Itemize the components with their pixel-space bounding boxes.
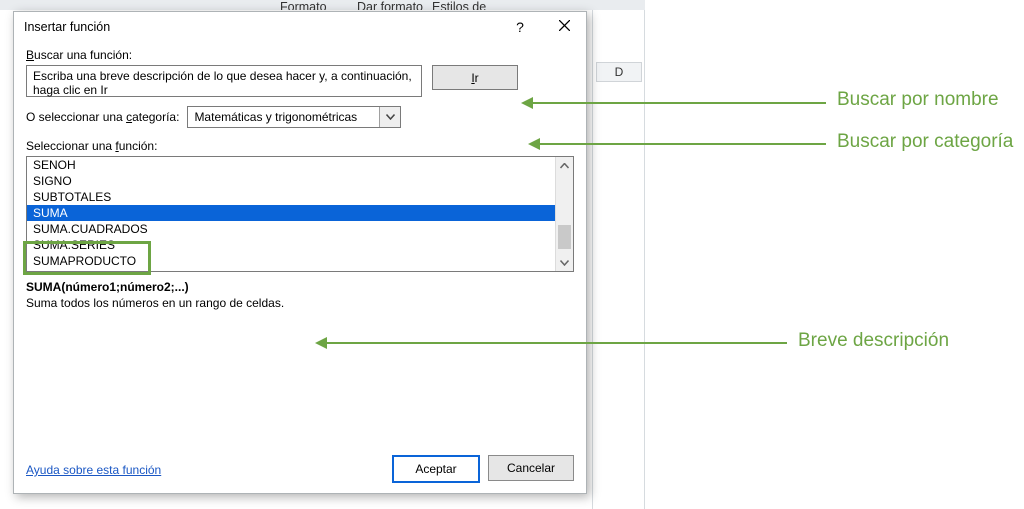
search-input[interactable]: Escriba una breve descripción de lo que …: [26, 65, 422, 97]
annotation-arrow: [533, 102, 826, 104]
category-label: O seleccionar una categoría:: [26, 110, 179, 124]
list-item[interactable]: SUMAPRODUCTO: [27, 253, 556, 269]
insert-function-dialog: Insertar función ? Buscar una función: E…: [13, 11, 587, 494]
ok-button[interactable]: Aceptar: [392, 455, 480, 483]
scrollbar-thumb[interactable]: [558, 225, 571, 249]
help-button[interactable]: ?: [498, 12, 542, 42]
list-item-selected[interactable]: SUMA: [27, 205, 556, 221]
go-button[interactable]: Ir: [432, 65, 518, 90]
close-button[interactable]: [542, 12, 586, 42]
scrollbar[interactable]: [555, 157, 573, 271]
scroll-down-icon[interactable]: [556, 254, 573, 271]
chevron-down-icon: [379, 107, 400, 127]
gridline: [592, 10, 593, 509]
gridline: [644, 10, 645, 509]
ok-button-label: Aceptar: [415, 462, 456, 476]
annotation-label: Buscar por categoría: [837, 131, 1013, 153]
function-description: Suma todos los números en un rango de ce…: [26, 296, 574, 310]
select-function-label: Seleccionar una función:: [26, 139, 574, 153]
scroll-up-icon[interactable]: [556, 157, 573, 174]
search-input-text: Escriba una breve descripción de lo que …: [33, 69, 412, 97]
dialog-title: Insertar función: [24, 20, 110, 34]
column-header-d: D: [596, 62, 642, 82]
close-icon: [559, 12, 570, 42]
function-syntax: SUMA(número1;número2;...): [26, 280, 574, 294]
arrow-icon: [528, 138, 540, 150]
list-item[interactable]: SIGNO: [27, 173, 556, 189]
search-label: Buscar una función:: [26, 48, 132, 62]
list-item[interactable]: SUBTOTALES: [27, 189, 556, 205]
dialog-titlebar: Insertar función ?: [14, 12, 586, 42]
annotation-label: Breve descripción: [798, 330, 949, 352]
annotation-arrow: [540, 143, 826, 145]
list-item[interactable]: SENOH: [27, 157, 556, 173]
category-dropdown[interactable]: Matemáticas y trigonométricas: [187, 106, 401, 128]
cancel-button[interactable]: Cancelar: [488, 455, 574, 481]
category-dropdown-value: Matemáticas y trigonométricas: [194, 110, 357, 124]
function-listbox[interactable]: SENOH SIGNO SUBTOTALES SUMA SUMA.CUADRAD…: [26, 156, 574, 272]
arrow-icon: [315, 337, 327, 349]
help-icon: ?: [516, 12, 524, 42]
annotation-arrow: [327, 342, 787, 344]
annotation-label: Buscar por nombre: [837, 89, 999, 111]
cancel-button-label: Cancelar: [507, 461, 555, 475]
list-item[interactable]: SUMA.CUADRADOS: [27, 221, 556, 237]
go-button-label: Ir: [471, 71, 478, 85]
arrow-icon: [521, 97, 533, 109]
list-item[interactable]: SUMA.SERIES: [27, 237, 556, 253]
help-link[interactable]: Ayuda sobre esta función: [26, 463, 161, 477]
